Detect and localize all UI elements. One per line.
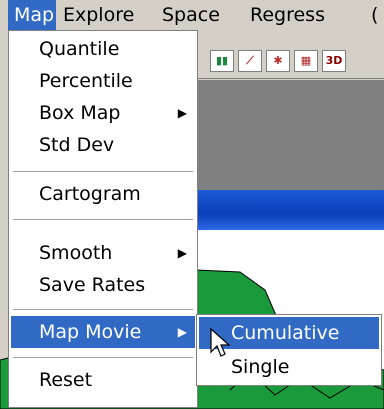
submenu-item-label: Cumulative bbox=[231, 322, 340, 344]
bar-chart-icon: ▮▮ bbox=[215, 54, 229, 67]
map-window-titlebar bbox=[196, 190, 384, 230]
menu-item-percentile[interactable]: Percentile bbox=[11, 65, 195, 97]
grid-plot-icon: ▦ bbox=[300, 54, 312, 67]
line-plot-button[interactable]: ⟋ bbox=[238, 50, 262, 72]
mouse-pointer-icon bbox=[210, 328, 231, 357]
menu-bar: Map Explore Space Regress ( bbox=[0, 0, 384, 30]
menu-regress[interactable]: Regress bbox=[250, 0, 325, 30]
menu-explore[interactable]: Explore bbox=[63, 0, 134, 30]
submenu-arrow-icon: ▶ bbox=[177, 325, 187, 339]
bar-chart-button[interactable]: ▮▮ bbox=[210, 50, 234, 72]
menu-item-label: Smooth bbox=[39, 242, 113, 264]
workspace-area bbox=[196, 80, 384, 190]
menu-truncated[interactable]: ( bbox=[371, 0, 378, 30]
menu-item-label: Cartogram bbox=[39, 183, 141, 205]
menu-map[interactable]: Map bbox=[8, 0, 56, 30]
menu-item-std-dev[interactable]: Std Dev bbox=[11, 129, 195, 161]
toolbar: ▮▮ ⟋ ✱ ▦ 3D bbox=[196, 44, 384, 79]
menu-item-save-rates[interactable]: Save Rates bbox=[11, 269, 195, 301]
submenu-item-label: Single bbox=[231, 356, 290, 378]
menu-item-cartogram[interactable]: Cartogram bbox=[11, 178, 195, 210]
menu-item-label: Map Movie bbox=[39, 321, 142, 343]
menu-item-label: Save Rates bbox=[39, 274, 146, 296]
scatter-matrix-button[interactable]: ✱ bbox=[266, 50, 290, 72]
menu-item-label: Quantile bbox=[39, 38, 120, 60]
menu-item-box-map[interactable]: Box Map ▶ bbox=[11, 97, 195, 129]
menu-separator bbox=[13, 171, 193, 172]
menu-item-label: Percentile bbox=[39, 70, 133, 92]
submenu-arrow-icon: ▶ bbox=[177, 106, 187, 120]
3d-plot-button[interactable]: 3D bbox=[322, 50, 346, 72]
scatter-matrix-icon: ✱ bbox=[273, 54, 283, 67]
3d-plot-icon: 3D bbox=[325, 54, 343, 67]
menu-item-label: Std Dev bbox=[39, 134, 115, 156]
line-plot-icon: ⟋ bbox=[246, 54, 254, 67]
menu-item-map-movie[interactable]: Map Movie ▶ bbox=[11, 316, 195, 348]
menu-item-label: Reset bbox=[39, 369, 93, 391]
menu-separator bbox=[13, 357, 193, 358]
menu-space[interactable]: Space bbox=[162, 0, 220, 30]
menu-item-reset[interactable]: Reset bbox=[11, 364, 195, 396]
menu-item-quantile[interactable]: Quantile bbox=[11, 33, 195, 65]
map-dropdown-menu: Quantile Percentile Box Map ▶ Std Dev Ca… bbox=[8, 30, 198, 408]
grid-plot-button[interactable]: ▦ bbox=[294, 50, 318, 72]
menu-item-smooth[interactable]: Smooth ▶ bbox=[11, 237, 195, 269]
submenu-arrow-icon: ▶ bbox=[177, 246, 187, 260]
menu-separator bbox=[13, 219, 193, 220]
menu-item-label: Box Map bbox=[39, 102, 121, 124]
menu-separator bbox=[13, 309, 193, 310]
